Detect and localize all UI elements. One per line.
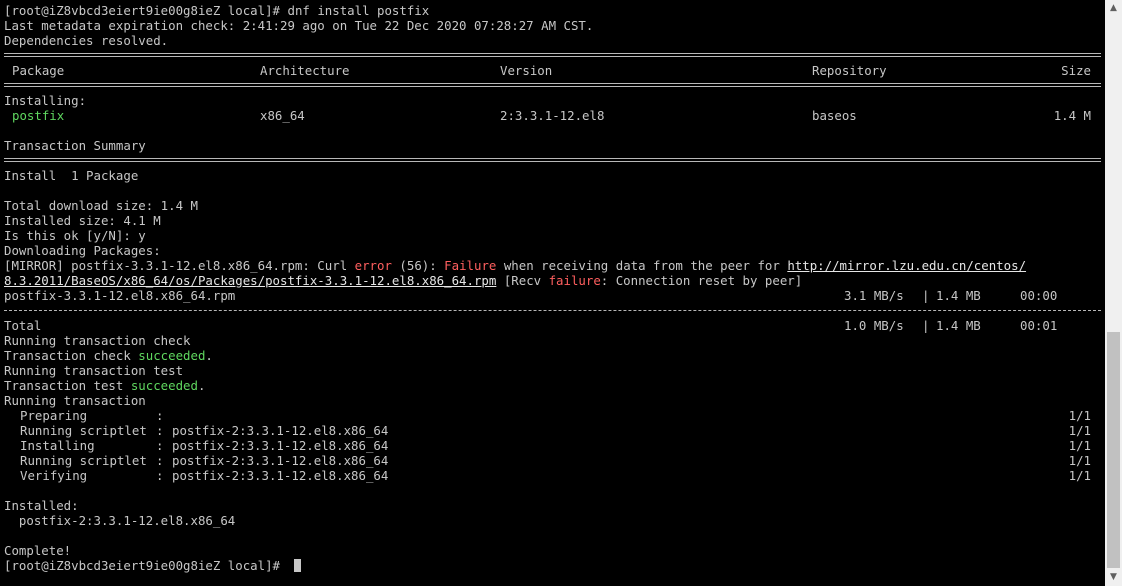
download-speed: 3.1 MB/s (844, 288, 904, 303)
install-count: Install 1 Package (4, 168, 139, 183)
total-time: 00:01 (1020, 318, 1058, 333)
header-version: Version (500, 63, 553, 78)
download-time: 00:00 (1020, 288, 1058, 303)
shell-prompt: [root@iZ8vbcd3eiert9ie00g8ieZ local]# (4, 558, 288, 573)
vertical-scrollbar[interactable]: ▲ ▼ (1105, 0, 1122, 586)
downloading-line: Downloading Packages: (4, 243, 161, 258)
dashed-rule (4, 303, 1105, 318)
confirm-line: Is this ok [y/N]: y (4, 228, 146, 243)
list-item: Preparing : 1/1 (20, 408, 1091, 423)
up-arrow-icon[interactable]: ▲ (1105, 0, 1122, 17)
list-item: Installing : postfix-2:3.3.1-12.el8.x86_… (20, 438, 1091, 453)
installed-package: postfix-2:3.3.1-12.el8.x86_64 (4, 513, 236, 528)
error-word: error (354, 258, 392, 273)
total-stat-row: Total 1.0 MB/s | 1.4 MB 00:01 (4, 318, 1058, 333)
mirror-url-link[interactable]: http://mirror.lzu.edu.cn/centos/ (787, 258, 1026, 273)
installed-label: Installed: (4, 498, 79, 513)
complete-line: Complete! (4, 543, 72, 558)
header-architecture: Architecture (260, 63, 350, 78)
download-file: postfix-3.3.1-12.el8.x86_64.rpm (4, 288, 236, 303)
shell-prompt: [root@iZ8vbcd3eiert9ie00g8ieZ local]# (4, 3, 288, 18)
transaction-test-result: Transaction test succeeded. (4, 378, 206, 393)
double-rule (4, 153, 1105, 168)
total-speed: 1.0 MB/s (844, 318, 904, 333)
table-header: Package Architecture Version Repository … (4, 63, 1105, 78)
row-repo: baseos (812, 108, 857, 123)
double-rule (4, 78, 1105, 93)
list-item: Verifying : postfix-2:3.3.1-12.el8.x86_6… (20, 468, 1091, 483)
terminal-output: [root@iZ8vbcd3eiert9ie00g8ieZ local]# dn… (4, 3, 1105, 573)
deps-line: Dependencies resolved. (4, 33, 169, 48)
down-arrow-icon[interactable]: ▼ (1105, 569, 1122, 586)
table-row: postfix x86_64 2:3.3.1-12.el8 baseos 1.4… (4, 108, 1105, 123)
summary-title: Transaction Summary (4, 138, 146, 153)
total-label: Total (4, 318, 42, 333)
mirror-error-line: [MIRROR] postfix-3.3.1-12.el8.x86_64.rpm… (4, 258, 1027, 273)
command-line: [root@iZ8vbcd3eiert9ie00g8ieZ local]# dn… (4, 3, 1105, 18)
section-installing: Installing: (4, 93, 87, 108)
mirror-error-line-cont: 8.3.2011/BaseOS/x86_64/os/Packages/postf… (4, 273, 803, 288)
header-package: Package (12, 63, 65, 78)
installed-size: Installed size: 4.1 M (4, 213, 161, 228)
transaction-running: Running transaction (4, 393, 146, 408)
row-version: 2:3.3.1-12.el8 (500, 108, 605, 123)
row-arch: x86_64 (260, 108, 305, 123)
succeeded-word: succeeded (138, 348, 206, 363)
header-repository: Repository (812, 63, 887, 78)
list-item: Running scriptlet : postfix-2:3.3.1-12.e… (20, 453, 1091, 468)
succeeded-word: succeeded (130, 378, 198, 393)
text-cursor (294, 559, 302, 572)
total-size: 1.4 MB (936, 318, 981, 333)
transaction-check-result: Transaction check succeeded. (4, 348, 213, 363)
download-size: Total download size: 1.4 M (4, 198, 198, 213)
double-rule (4, 48, 1105, 63)
scroll-thumb[interactable] (1107, 332, 1120, 568)
header-size: Size (1061, 63, 1091, 78)
row-package: postfix (12, 108, 65, 123)
recv-failure-word: failure (548, 273, 601, 288)
final-prompt-line[interactable]: [root@iZ8vbcd3eiert9ie00g8ieZ local]# (4, 558, 1105, 573)
command-text: dnf install postfix (287, 3, 430, 18)
failure-word: Failure (444, 258, 497, 273)
metadata-line: Last metadata expiration check: 2:41:29 … (4, 18, 594, 33)
transaction-check: Running transaction check (4, 333, 191, 348)
download-stat-row: postfix-3.3.1-12.el8.x86_64.rpm 3.1 MB/s… (4, 288, 1058, 303)
list-item: Running scriptlet : postfix-2:3.3.1-12.e… (20, 423, 1091, 438)
mirror-url-link-cont[interactable]: 8.3.2011/BaseOS/x86_64/os/Packages/postf… (4, 273, 496, 288)
row-size: 1.4 M (1053, 108, 1091, 123)
transaction-test: Running transaction test (4, 363, 184, 378)
terminal-window[interactable]: [root@iZ8vbcd3eiert9ie00g8ieZ local]# dn… (0, 0, 1105, 586)
download-size-value: 1.4 MB (936, 288, 981, 303)
